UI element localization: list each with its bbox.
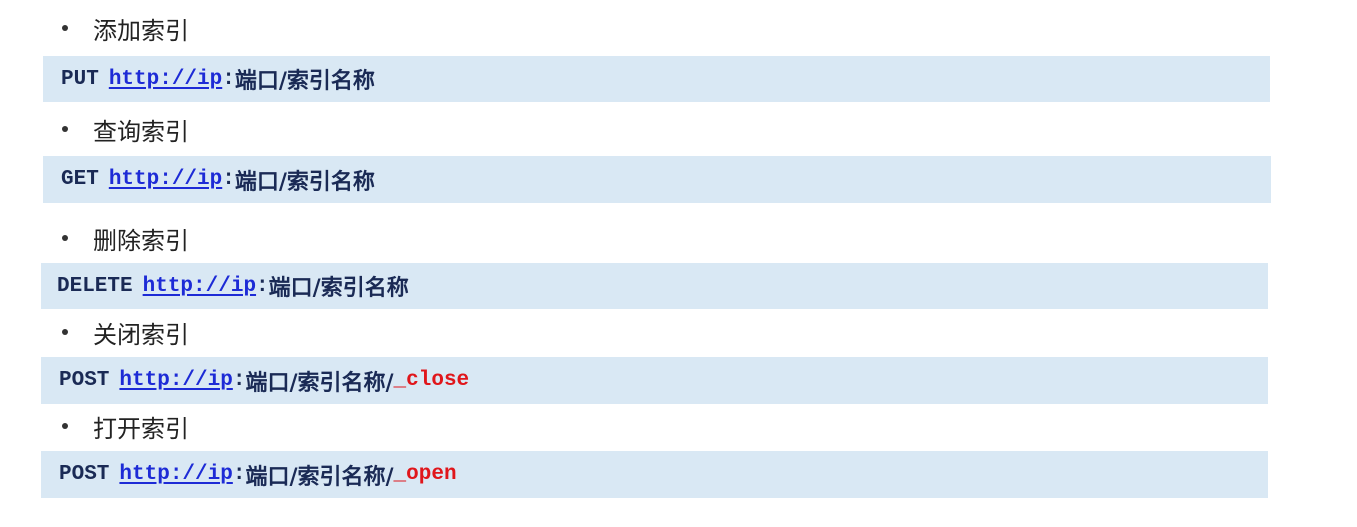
bullet-label: 打开索引 [93,414,189,443]
url-link[interactable]: http://ip [109,68,222,91]
http-method: GET [61,168,99,191]
url-link[interactable]: http://ip [143,275,256,298]
bullet-dot-icon [62,25,68,31]
bullet-dot-icon [62,126,68,132]
path-text: 端口/索引名称 [234,68,375,94]
colon: : [222,67,235,91]
endpoint-suffix: _open [393,463,457,486]
path-text: 端口/索引名称 [268,275,409,301]
http-method: PUT [61,67,99,91]
bullet-label: 添加索引 [93,16,189,45]
code-block-close-index: POST http://ip : 端口/索引名称/ _close [41,357,1268,404]
path-text: 端口/索引名称/ [245,369,394,396]
colon: : [222,168,235,191]
bullet-label: 查询索引 [93,117,189,146]
code-block-delete-index: DELETE http://ip : 端口/索引名称 [41,263,1268,309]
bullet-label: 删除索引 [93,226,189,255]
code-block-open-index: POST http://ip : 端口/索引名称/ _open [41,451,1268,498]
url-link[interactable]: http://ip [119,463,232,486]
http-method: DELETE [57,274,133,298]
bullet-dot-icon [62,235,68,241]
bullet-label: 关闭索引 [93,320,189,349]
colon: : [232,369,246,392]
bullet-dot-icon [62,423,68,429]
code-block-query-index: GET http://ip : 端口/索引名称 [43,156,1271,203]
url-link[interactable]: http://ip [109,168,222,191]
http-method: POST [59,463,110,486]
http-method: POST [59,369,110,392]
code-block-add-index: PUT http://ip : 端口/索引名称 [43,56,1270,102]
path-text: 端口/索引名称 [234,168,375,195]
url-link[interactable]: http://ip [119,369,232,392]
bullet-dot-icon [62,329,68,335]
path-text: 端口/索引名称/ [245,463,394,490]
colon: : [256,274,269,298]
endpoint-suffix: _close [393,369,470,392]
colon: : [232,463,246,486]
